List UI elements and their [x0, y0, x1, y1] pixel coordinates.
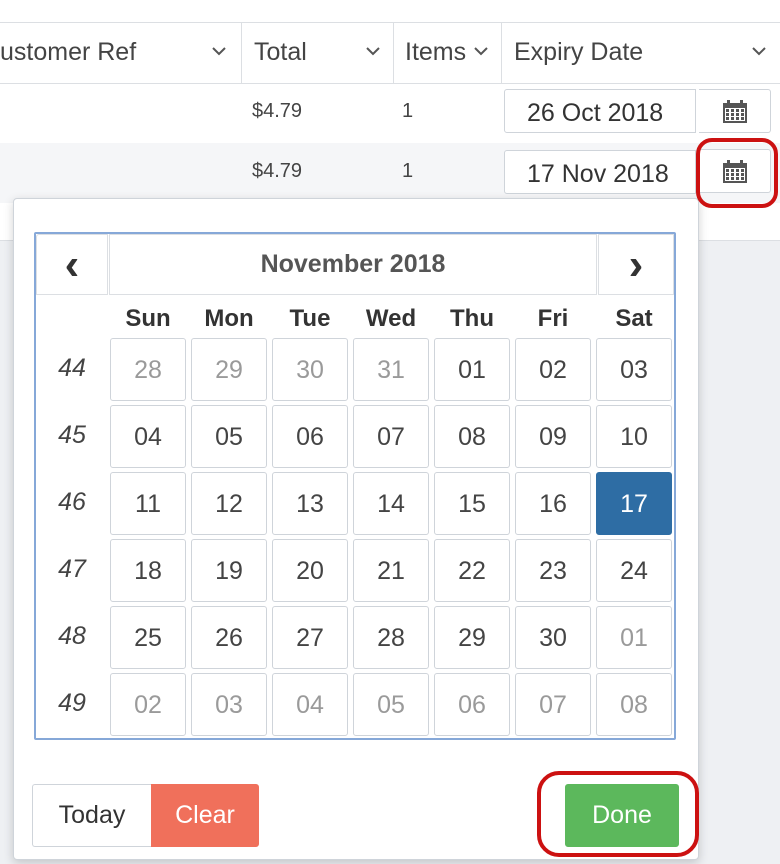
day-cell[interactable]: 21: [353, 539, 429, 602]
day-cell[interactable]: 09: [515, 405, 591, 468]
weekday-header: Mon: [204, 305, 254, 332]
day-cell[interactable]: 23: [515, 539, 591, 602]
week-number: 44: [58, 354, 86, 382]
today-button[interactable]: Today: [32, 784, 151, 847]
chevron-down-icon[interactable]: [212, 23, 226, 81]
chevron-down-icon[interactable]: [366, 23, 380, 81]
day-cell[interactable]: 16: [515, 472, 591, 535]
day-cell[interactable]: 28: [110, 338, 186, 401]
items-cell: 1: [402, 160, 414, 182]
day-cell[interactable]: 08: [596, 673, 672, 736]
day-cell[interactable]: 04: [110, 405, 186, 468]
total-cell: $4.79: [252, 100, 303, 122]
chevron-down-icon[interactable]: [474, 23, 488, 81]
day-cell[interactable]: 08: [434, 405, 510, 468]
week-number: 49: [58, 689, 86, 717]
highlight-done-button: [537, 771, 699, 857]
day-cell[interactable]: 15: [434, 472, 510, 535]
highlight-calendar-button: [696, 138, 778, 208]
day-cell[interactable]: 17: [596, 472, 672, 535]
header-customer-ref[interactable]: ustomer Ref: [0, 23, 240, 83]
day-cell[interactable]: 10: [596, 405, 672, 468]
day-cell[interactable]: 06: [434, 673, 510, 736]
week-number: 45: [58, 421, 86, 449]
day-cell[interactable]: 13: [272, 472, 348, 535]
day-cell[interactable]: 02: [110, 673, 186, 736]
month-title[interactable]: November 2018: [109, 234, 597, 295]
weekday-header: Sat: [615, 305, 653, 332]
calendar-icon: [723, 100, 747, 123]
day-cell[interactable]: 28: [353, 606, 429, 669]
chevron-down-icon[interactable]: [752, 23, 766, 81]
day-cell[interactable]: 05: [191, 405, 267, 468]
header-label: ustomer Ref: [0, 38, 137, 66]
week-number: 48: [58, 622, 86, 650]
expiry-date-input[interactable]: 17 Nov 2018: [504, 150, 696, 194]
header-items[interactable]: Items: [394, 23, 500, 83]
day-cell[interactable]: 20: [272, 539, 348, 602]
chevron-right-icon: ›: [628, 240, 644, 289]
day-cell[interactable]: 30: [272, 338, 348, 401]
weekday-header: Thu: [450, 305, 494, 332]
weekday-header: Fri: [537, 305, 569, 332]
day-cell[interactable]: 01: [596, 606, 672, 669]
day-cell[interactable]: 19: [191, 539, 267, 602]
table-row[interactable]: $4.79 1 26 Oct 2018: [0, 83, 780, 144]
day-cell[interactable]: 27: [272, 606, 348, 669]
day-cell[interactable]: 04: [272, 673, 348, 736]
day-cell[interactable]: 06: [272, 405, 348, 468]
expiry-date-input[interactable]: 26 Oct 2018: [504, 89, 696, 133]
weekday-header: Sun: [125, 305, 171, 332]
day-cell[interactable]: 07: [515, 673, 591, 736]
day-cell[interactable]: 18: [110, 539, 186, 602]
datepicker-popup: ‹ November 2018 › Sun Mon Tue Wed Thu Fri Sat 4…: [13, 198, 699, 860]
next-month-button[interactable]: ›: [598, 234, 674, 295]
header-label: Total: [254, 38, 307, 66]
calendar-button[interactable]: [699, 89, 771, 133]
week-number: 46: [58, 488, 86, 516]
day-cell[interactable]: 29: [191, 338, 267, 401]
day-cell[interactable]: 11: [110, 472, 186, 535]
header-total[interactable]: Total: [242, 23, 392, 83]
clear-button[interactable]: Clear: [151, 784, 259, 847]
weekday-header: Wed: [365, 305, 417, 332]
header-label: Items: [405, 38, 467, 66]
day-cell[interactable]: 07: [353, 405, 429, 468]
day-cell[interactable]: 03: [596, 338, 672, 401]
header-label: Expiry Date: [514, 38, 644, 66]
total-cell: $4.79: [252, 160, 303, 182]
table-header-row: ustomer Ref Total Items Expiry Date: [0, 22, 780, 84]
day-cell[interactable]: 30: [515, 606, 591, 669]
prev-month-button[interactable]: ‹: [36, 234, 108, 295]
day-cell[interactable]: 02: [515, 338, 591, 401]
day-cell[interactable]: 12: [191, 472, 267, 535]
day-cell[interactable]: 01: [434, 338, 510, 401]
day-cell[interactable]: 25: [110, 606, 186, 669]
day-cell[interactable]: 26: [191, 606, 267, 669]
day-cell[interactable]: 22: [434, 539, 510, 602]
day-cell[interactable]: 05: [353, 673, 429, 736]
day-cell[interactable]: 14: [353, 472, 429, 535]
table-row[interactable]: $4.79 1 17 Nov 2018: [0, 143, 780, 204]
header-expiry-date[interactable]: Expiry Date: [502, 23, 780, 83]
weekday-header: Tue: [289, 305, 331, 332]
week-number: 47: [58, 555, 86, 583]
day-cell[interactable]: 24: [596, 539, 672, 602]
chevron-left-icon: ‹: [64, 240, 80, 289]
calendar-grid: ‹ November 2018 › Sun Mon Tue Wed Thu Fri Sat 4…: [34, 232, 676, 740]
day-cell[interactable]: 03: [191, 673, 267, 736]
items-cell: 1: [402, 100, 414, 122]
day-cell[interactable]: 31: [353, 338, 429, 401]
day-cell[interactable]: 29: [434, 606, 510, 669]
